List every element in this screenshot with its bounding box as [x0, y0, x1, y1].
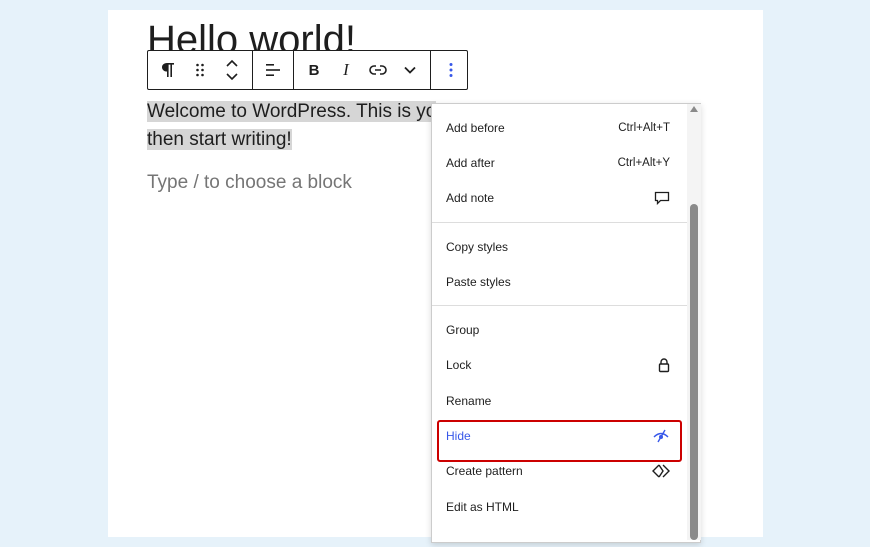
menu-scrollbar[interactable]: [687, 104, 701, 540]
menu-item-label: Create pattern: [446, 464, 523, 479]
menu-item-group[interactable]: Group: [432, 312, 700, 347]
toolbar-group-format: B I: [294, 51, 431, 89]
menu-item-copy-styles[interactable]: Copy styles: [432, 229, 700, 264]
block-toolbar: B I: [147, 50, 468, 90]
more-vertical-icon[interactable]: [435, 51, 467, 89]
eye-hidden-icon: [652, 429, 670, 443]
menu-item-rename[interactable]: Rename: [432, 383, 700, 418]
paragraph-line-1: Welcome to WordPress. This is yo: [147, 101, 437, 122]
menu-item-label: Group: [446, 323, 480, 338]
toolbar-group-block: [148, 51, 253, 89]
symbol-icon: [652, 464, 670, 478]
menu-item-shortcut: Ctrl+Alt+Y: [617, 156, 670, 169]
menu-item-label: Hide: [446, 429, 471, 444]
lock-icon: [658, 358, 670, 373]
menu-item-shortcut: Ctrl+Alt+T: [618, 121, 670, 134]
paragraph-line-2: then start writing!: [147, 129, 292, 150]
scroll-up-arrow-icon[interactable]: [690, 106, 698, 112]
menu-item-label: Add before: [446, 120, 505, 135]
pilcrow-icon[interactable]: [152, 51, 184, 89]
menu-item-label: Copy styles: [446, 239, 509, 254]
menu-item-label: Add note: [446, 191, 495, 206]
toolbar-group-options: [431, 51, 471, 89]
align-left-icon[interactable]: [257, 51, 289, 89]
menu-section-insert: Add before Ctrl+Alt+T Add after Ctrl+Alt…: [432, 104, 700, 223]
menu-item-label: Add after: [446, 155, 495, 170]
menu-section-block-tools: Group Lock Rename Hide Create pattern Ed…: [432, 306, 700, 530]
menu-item-add-after[interactable]: Add after Ctrl+Alt+Y: [432, 145, 700, 180]
menu-item-add-note[interactable]: Add note: [432, 181, 700, 216]
menu-item-create-pattern[interactable]: Create pattern: [432, 454, 700, 489]
move-up-down-icon[interactable]: [216, 51, 248, 89]
menu-item-hide[interactable]: Hide: [432, 418, 700, 453]
menu-item-add-before[interactable]: Add before Ctrl+Alt+T: [432, 110, 700, 145]
menu-section-styles: Copy styles Paste styles: [432, 223, 700, 307]
bold-button[interactable]: B: [298, 51, 330, 89]
comment-icon: [654, 191, 670, 206]
menu-item-edit-as-html[interactable]: Edit as HTML: [432, 489, 700, 524]
block-options-menu: Add before Ctrl+Alt+T Add after Ctrl+Alt…: [431, 103, 701, 543]
menu-item-label: Rename: [446, 393, 492, 408]
menu-item-paste-styles[interactable]: Paste styles: [432, 264, 700, 299]
block-appender-placeholder[interactable]: Type / to choose a block: [147, 172, 352, 194]
menu-item-lock[interactable]: Lock: [432, 348, 700, 383]
menu-item-label: Paste styles: [446, 274, 511, 289]
menu-item-label: Lock: [446, 358, 472, 373]
toolbar-group-align: [253, 51, 294, 89]
drag-handle-icon[interactable]: [184, 51, 216, 89]
link-icon[interactable]: [362, 51, 394, 89]
italic-button[interactable]: I: [330, 51, 362, 89]
chevron-down-icon[interactable]: [394, 51, 426, 89]
scroll-thumb[interactable]: [690, 204, 698, 540]
menu-item-label: Edit as HTML: [446, 499, 519, 514]
